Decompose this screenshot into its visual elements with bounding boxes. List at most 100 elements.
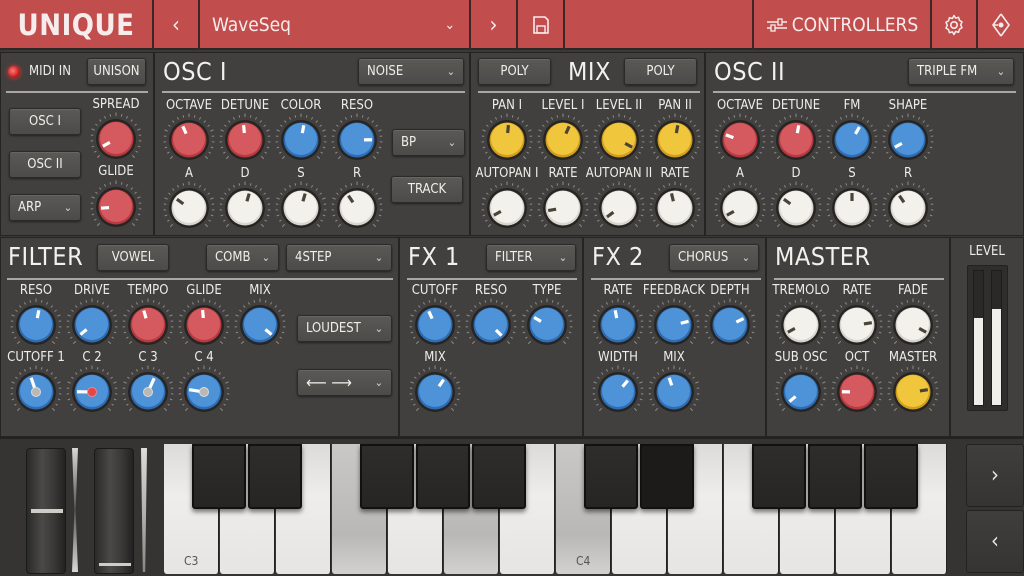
arp-select[interactable]: ARP ⌄ bbox=[9, 194, 81, 221]
black-key[interactable] bbox=[360, 444, 414, 509]
filter-mix-knob[interactable] bbox=[233, 298, 287, 352]
fx2-mix-knob[interactable] bbox=[647, 365, 701, 419]
fx2-width-knob[interactable] bbox=[591, 365, 645, 419]
osc2-shape-knob[interactable] bbox=[881, 113, 935, 167]
track-button[interactable]: TRACK bbox=[391, 176, 463, 203]
master-oct-knob[interactable] bbox=[830, 365, 884, 419]
osc1-detune-knob[interactable] bbox=[218, 113, 272, 167]
preset-select[interactable]: WaveSeq ⌄ bbox=[200, 0, 471, 50]
chevron-down-icon: ⌄ bbox=[446, 65, 455, 78]
unison-button[interactable]: UNISON bbox=[87, 58, 146, 85]
osc1-d-knob[interactable] bbox=[218, 181, 272, 235]
pitch-wheel[interactable] bbox=[26, 448, 66, 574]
fx1-reso-knob[interactable] bbox=[464, 298, 518, 352]
spread-knob[interactable] bbox=[89, 112, 143, 166]
level-meter-left bbox=[973, 270, 984, 406]
osc1-button[interactable]: OSC I bbox=[9, 108, 81, 135]
osc2-s-knob[interactable] bbox=[825, 181, 879, 235]
black-key[interactable] bbox=[808, 444, 862, 509]
fx1-type-select[interactable]: FILTER ⌄ bbox=[486, 244, 576, 271]
next-preset-button[interactable]: › bbox=[471, 0, 518, 50]
note-label: C4 bbox=[576, 554, 591, 568]
save-button[interactable] bbox=[518, 0, 565, 50]
fx2-title: FX 2 bbox=[592, 242, 644, 271]
fx1-type-knob[interactable] bbox=[520, 298, 574, 352]
black-key[interactable] bbox=[248, 444, 302, 509]
osc1-type-select[interactable]: NOISE ⌄ bbox=[358, 58, 464, 85]
black-key[interactable] bbox=[864, 444, 918, 509]
black-key[interactable] bbox=[192, 444, 246, 509]
osc2-a-knob[interactable] bbox=[713, 181, 767, 235]
controllers-button[interactable]: CONTROLLERS bbox=[754, 0, 932, 50]
filter-reso-knob[interactable] bbox=[9, 298, 63, 352]
fx1-mix-knob[interactable] bbox=[408, 365, 462, 419]
black-key[interactable] bbox=[416, 444, 470, 509]
filter-glide-knob[interactable] bbox=[177, 298, 231, 352]
fx2-type-select[interactable]: CHORUS ⌄ bbox=[669, 244, 759, 271]
poly-right-button[interactable]: POLY bbox=[624, 58, 697, 85]
osc1-a-knob[interactable] bbox=[162, 181, 216, 235]
mix-pan-i-knob[interactable] bbox=[480, 113, 534, 167]
osc2-fm-knob[interactable] bbox=[825, 113, 879, 167]
osc1-reso-knob[interactable] bbox=[330, 113, 384, 167]
master-knob-label: FADE bbox=[898, 283, 928, 298]
mix-pan-ii-knob[interactable] bbox=[648, 113, 702, 167]
mix-level-ii-knob[interactable] bbox=[592, 113, 646, 167]
filter-drive-knob[interactable] bbox=[65, 298, 119, 352]
master-fade-knob[interactable] bbox=[886, 298, 940, 352]
top-bar: UNIQUE ‹ WaveSeq ⌄ › CONTROLLERS bbox=[0, 0, 1024, 50]
step-select[interactable]: 4STEP ⌄ bbox=[286, 244, 392, 271]
osc2-d-knob[interactable] bbox=[769, 181, 823, 235]
osc2-r-knob[interactable] bbox=[881, 181, 935, 235]
direction-select[interactable]: ⟵ ⟶ ⌄ bbox=[297, 369, 392, 396]
osc1-filter-select[interactable]: BP ⌄ bbox=[392, 129, 465, 156]
fx1-knob-label: MIX bbox=[424, 350, 446, 365]
osc1-title: OSC I bbox=[163, 57, 227, 86]
poly-left-button[interactable]: POLY bbox=[478, 58, 551, 85]
mix-level-i-knob[interactable] bbox=[536, 113, 590, 167]
chevron-left-icon: ‹ bbox=[991, 529, 999, 554]
previous-preset-button[interactable]: ‹ bbox=[154, 0, 200, 50]
level-meter-right bbox=[991, 270, 1002, 406]
filter-cutoff-1-knob[interactable] bbox=[9, 365, 63, 419]
fx2-depth-knob[interactable] bbox=[703, 298, 757, 352]
osc1-s-knob[interactable] bbox=[274, 181, 328, 235]
master-sub-osc-knob[interactable] bbox=[774, 365, 828, 419]
glide-knob[interactable] bbox=[89, 180, 143, 234]
master-rate-knob[interactable] bbox=[830, 298, 884, 352]
chevron-down-icon: ⌄ bbox=[374, 322, 383, 335]
master-tremolo-knob[interactable] bbox=[774, 298, 828, 352]
black-key[interactable] bbox=[640, 444, 694, 509]
osc2-octave-knob[interactable] bbox=[713, 113, 767, 167]
osc1-octave-knob[interactable] bbox=[162, 113, 216, 167]
fx2-feedback-knob[interactable] bbox=[647, 298, 701, 352]
filter-tempo-knob[interactable] bbox=[121, 298, 175, 352]
brand-menu-button[interactable] bbox=[978, 0, 1024, 50]
osc1-color-knob[interactable] bbox=[274, 113, 328, 167]
octave-up-button[interactable]: › bbox=[966, 444, 1024, 507]
osc2-detune-knob[interactable] bbox=[769, 113, 823, 167]
mix-autopan-ii-knob[interactable] bbox=[592, 181, 646, 235]
octave-down-button[interactable]: ‹ bbox=[966, 510, 1024, 573]
osc2-type-select[interactable]: TRIPLE FM ⌄ bbox=[908, 58, 1014, 85]
fx1-knob-label: TYPE bbox=[532, 283, 562, 298]
black-key[interactable] bbox=[584, 444, 638, 509]
vowel-button[interactable]: VOWEL bbox=[97, 244, 169, 271]
filter-c-4-knob[interactable] bbox=[177, 365, 231, 419]
mix-rate-knob[interactable] bbox=[536, 181, 590, 235]
fx1-cutoff-knob[interactable] bbox=[408, 298, 462, 352]
mix-rate-knob[interactable] bbox=[648, 181, 702, 235]
filter-c-3-knob[interactable] bbox=[121, 365, 175, 419]
black-key[interactable] bbox=[472, 444, 526, 509]
settings-button[interactable] bbox=[932, 0, 978, 50]
fx2-rate-knob[interactable] bbox=[591, 298, 645, 352]
osc2-button[interactable]: OSC II bbox=[9, 151, 81, 178]
black-key[interactable] bbox=[752, 444, 806, 509]
mix-autopan-i-knob[interactable] bbox=[480, 181, 534, 235]
comb-select[interactable]: COMB ⌄ bbox=[206, 244, 279, 271]
osc1-r-knob[interactable] bbox=[330, 181, 384, 235]
filter-mode-select[interactable]: LOUDEST ⌄ bbox=[297, 315, 392, 342]
mod-wheel[interactable] bbox=[94, 448, 134, 574]
filter-c-2-knob[interactable] bbox=[65, 365, 119, 419]
master-master-knob[interactable] bbox=[886, 365, 940, 419]
